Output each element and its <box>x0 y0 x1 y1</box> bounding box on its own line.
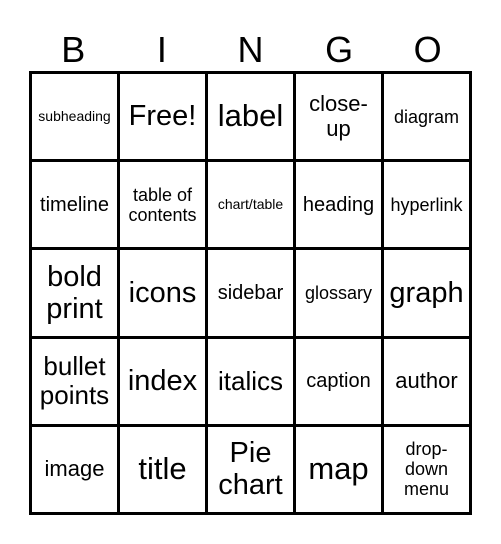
cell-line: close- <box>309 90 368 116</box>
bingo-cell[interactable]: caption <box>293 335 384 427</box>
bingo-row: subheading Free! label close-up diagram <box>29 70 472 163</box>
bingo-row: timeline table of contents chart/table h… <box>29 159 472 251</box>
bingo-cell[interactable]: chart/table <box>205 159 296 251</box>
bingo-cell[interactable]: italics <box>205 335 296 427</box>
bingo-cell[interactable]: author <box>381 335 472 427</box>
bingo-row: bold print icons sidebar glossary graph <box>29 247 472 339</box>
bingo-cell[interactable]: heading <box>293 159 384 251</box>
bingo-cell[interactable]: graph <box>381 247 472 339</box>
bingo-cell[interactable]: title <box>117 423 208 516</box>
bingo-cell[interactable]: drop-down menu <box>381 423 472 516</box>
bingo-cell[interactable]: subheading <box>29 70 120 163</box>
header-letter-o: O <box>413 29 442 70</box>
header-letter-g: G <box>325 29 354 70</box>
bingo-cell-free[interactable]: Free! <box>117 70 208 163</box>
bingo-card: subheading Free! label close-up diagram … <box>29 70 472 516</box>
bingo-cell[interactable]: map <box>293 423 384 516</box>
bingo-cell[interactable]: hyperlink <box>381 159 472 251</box>
header-letter-b: B <box>61 29 86 70</box>
bingo-cell[interactable]: Pie chart <box>205 423 296 516</box>
bingo-cell[interactable]: diagram <box>381 70 472 163</box>
bingo-cell[interactable]: image <box>29 423 120 516</box>
bingo-cell[interactable]: close-up <box>293 70 384 163</box>
bingo-cell[interactable]: bold print <box>29 247 120 339</box>
bingo-row: image title Pie chart map drop-down menu <box>29 423 472 516</box>
bingo-cell[interactable]: index <box>117 335 208 427</box>
bingo-header: B I N G O <box>29 28 472 72</box>
bingo-row: bullet points index italics caption auth… <box>29 335 472 427</box>
header-letter-n: N <box>237 29 264 70</box>
bingo-cell[interactable]: bullet points <box>29 335 120 427</box>
cell-line: up <box>326 115 351 141</box>
bingo-cell[interactable]: label <box>205 70 296 163</box>
bingo-cell[interactable]: icons <box>117 247 208 339</box>
bingo-cell[interactable]: glossary <box>293 247 384 339</box>
bingo-cell[interactable]: sidebar <box>205 247 296 339</box>
bingo-cell[interactable]: timeline <box>29 159 120 251</box>
bingo-cell[interactable]: table of contents <box>117 159 208 251</box>
header-letter-i: I <box>156 29 167 70</box>
